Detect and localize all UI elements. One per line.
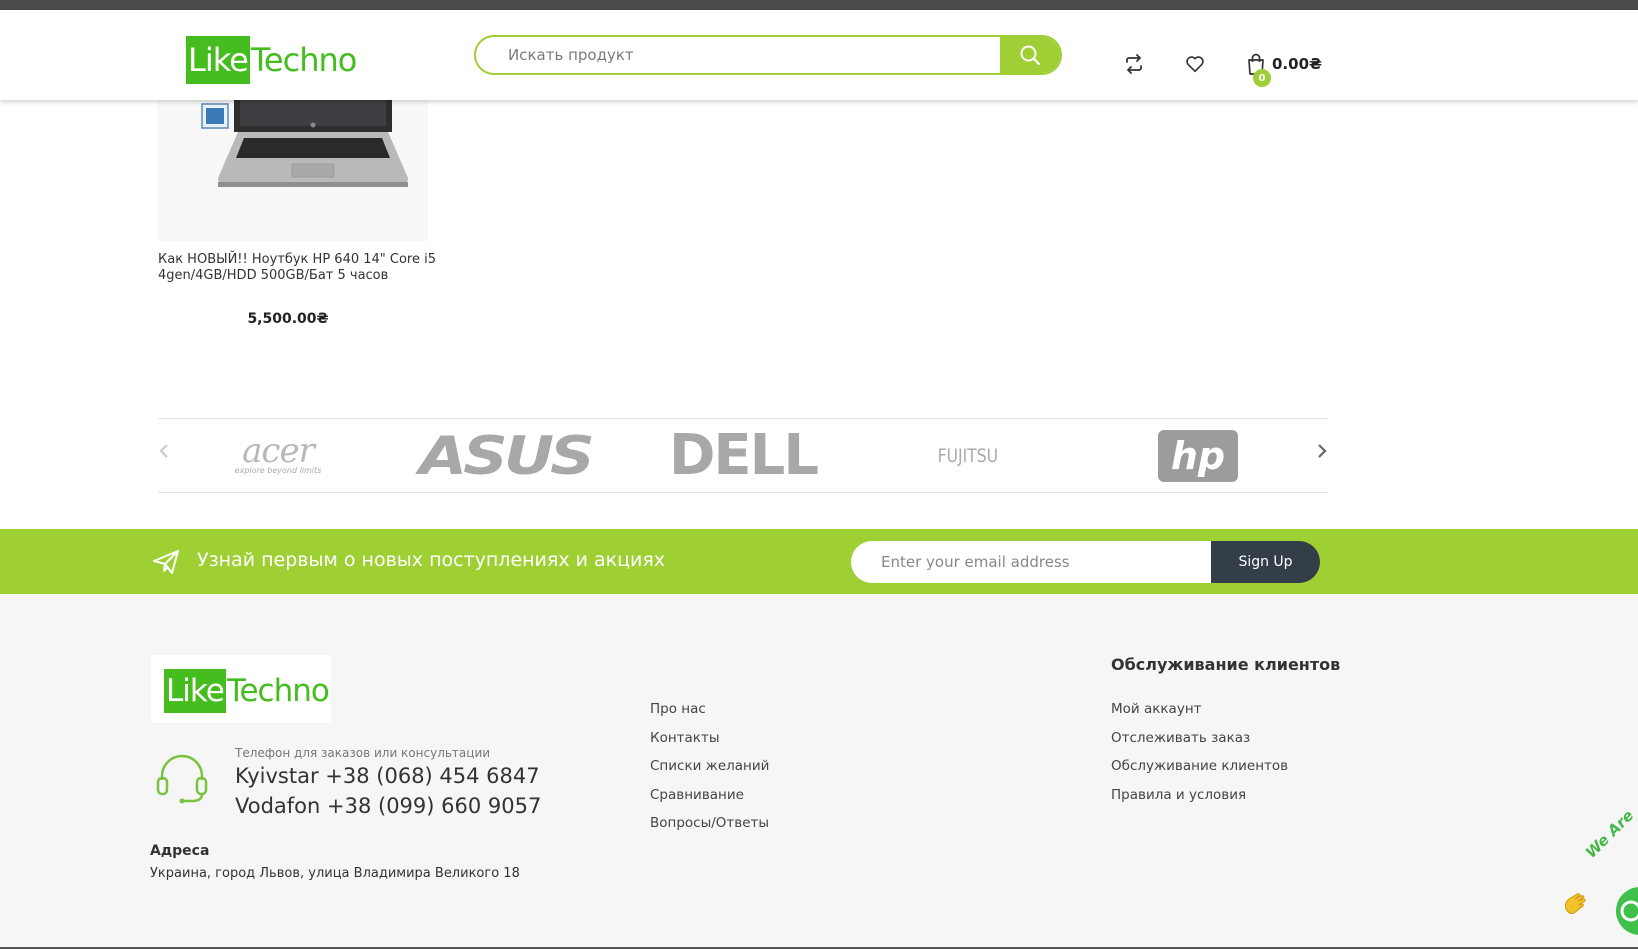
browser-top-bar <box>0 0 1638 10</box>
search-bar <box>474 35 1062 75</box>
footer-link-about[interactable]: Про нас <box>650 695 769 724</box>
acer-tagline: explore beyond limits <box>234 466 322 475</box>
cart-total[interactable]: 0.00₴ <box>1272 55 1322 73</box>
site-footer: Like Techno Телефон для заказов или консу… <box>0 594 1638 949</box>
chat-widget[interactable]: We Are <box>1564 806 1638 949</box>
logo-text: Techno <box>250 41 358 79</box>
footer-link-wishlists[interactable]: Списки желаний <box>650 752 769 781</box>
address-text: Украина, город Львов, улица Владимира Ве… <box>150 866 520 881</box>
paper-plane-icon <box>153 550 179 574</box>
footer-link-terms[interactable]: Правила и условия <box>1111 781 1288 810</box>
newsletter-text: Узнай первым о новых поступлениях и акци… <box>197 549 666 571</box>
search-icon <box>1020 45 1041 66</box>
brand-asus[interactable]: ASUS <box>390 419 620 492</box>
footer-link-faq[interactable]: Вопросы/Ответы <box>650 809 769 838</box>
dell-logo: DELL <box>668 423 819 488</box>
brand-dell[interactable]: DELL <box>663 419 823 492</box>
footer-link-track-order[interactable]: Отслеживать заказ <box>1111 724 1288 753</box>
brands-carousel: acer explore beyond limits ASUS DELL FUJ… <box>158 418 1328 493</box>
footer-logo[interactable]: Like Techno <box>164 669 330 713</box>
laptop-image <box>201 96 408 187</box>
search-button[interactable] <box>1000 37 1060 73</box>
sign-up-button[interactable]: Sign Up <box>1211 541 1320 583</box>
product-image[interactable] <box>158 96 428 241</box>
heart-icon <box>1186 56 1204 73</box>
footer-link-customer-service[interactable]: Обслуживание клиентов <box>1111 752 1288 781</box>
compare-button[interactable] <box>1122 52 1146 76</box>
newsletter-email-input[interactable] <box>851 541 1211 583</box>
logo-mark: Like <box>186 36 250 84</box>
site-logo[interactable]: Like Techno <box>186 36 358 84</box>
acer-logo: acer <box>242 431 315 471</box>
logo-mark: Like <box>164 669 226 713</box>
site-header: LikeTechno 0 0.00₴ <box>0 10 1638 100</box>
newsletter-bar: Узнай первым о новых поступлениях и акци… <box>0 529 1638 594</box>
product-price: 5,500.00₴ <box>247 311 329 327</box>
chat-bubble[interactable] <box>1616 887 1638 935</box>
carousel-next-button[interactable] <box>1316 441 1328 467</box>
fujitsu-logo: FUJITSU <box>937 444 999 467</box>
brand-fujitsu[interactable]: FUJITSU <box>903 419 1033 492</box>
product-title[interactable]: Как НОВЫЙ!! Ноутбук HP 640 14" Core i5 4… <box>158 252 448 284</box>
address-title: Адреса <box>150 843 210 859</box>
chevron-right-icon <box>1318 444 1327 458</box>
customer-service-title: Обслуживание клиентов <box>1111 655 1341 674</box>
chat-icon <box>1620 900 1638 922</box>
wishlist-button[interactable] <box>1183 52 1207 76</box>
brand-hp[interactable]: hp <box>1148 419 1248 492</box>
footer-link-my-account[interactable]: Мой аккаунт <box>1111 695 1288 724</box>
carousel-prev-button[interactable] <box>158 441 170 467</box>
asus-logo: ASUS <box>419 424 595 487</box>
customer-service-links: Мой аккаунт Отслеживать заказ Обслуживан… <box>1111 695 1288 809</box>
headset-icon <box>156 754 208 804</box>
footer-link-compare[interactable]: Сравнивание <box>650 781 769 810</box>
hp-logo: hp <box>1158 429 1238 482</box>
logo-text: Techno <box>226 673 330 709</box>
chevron-left-icon <box>159 444 168 458</box>
wave-hand-icon <box>1564 893 1586 914</box>
brand-acer[interactable]: acer explore beyond limits <box>218 419 338 492</box>
footer-link-contacts[interactable]: Контакты <box>650 724 769 753</box>
compare-icon <box>1126 54 1142 74</box>
phone-label: Телефон для заказов или консультации <box>235 746 491 760</box>
footer-links: Про нас Контакты Списки желаний Сравнива… <box>650 695 769 838</box>
phone-kyivstar[interactable]: Kyivstar +38 (068) 454 6847 <box>235 764 540 788</box>
cart-count-badge: 0 <box>1253 69 1271 87</box>
phone-vodafon[interactable]: Vodafon +38 (099) 660 9057 <box>235 794 541 818</box>
search-input[interactable] <box>476 37 1004 73</box>
